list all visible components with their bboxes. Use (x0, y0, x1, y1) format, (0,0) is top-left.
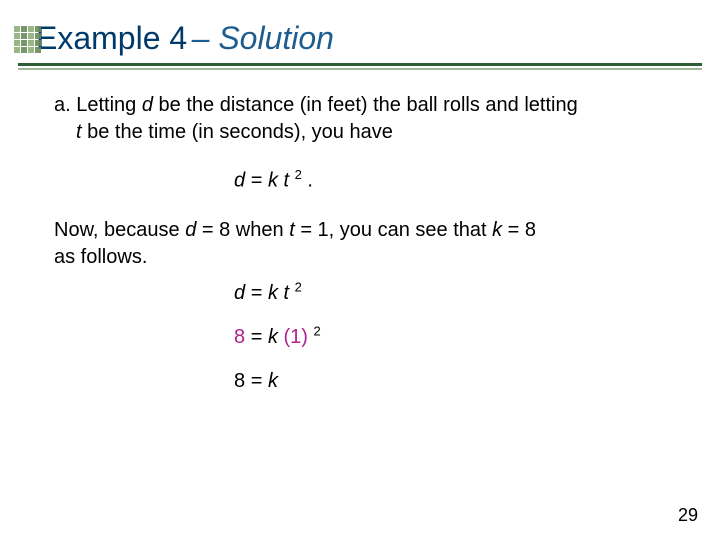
content: a. Letting d be the distance (in feet) t… (0, 70, 720, 403)
var-d: d (185, 219, 196, 241)
paragraph-now: Now, because d = 8 when t = 1, you can s… (54, 217, 680, 271)
divider-dark (18, 63, 702, 66)
equation-3: 8 = k (1) 2 (234, 315, 680, 359)
text: Letting (76, 94, 142, 116)
var-t: t (289, 219, 295, 241)
title-dash: – (192, 20, 219, 56)
eq-eq: = (251, 170, 268, 192)
title-solution: Solution (218, 20, 334, 56)
eq-t: t (284, 282, 290, 304)
eq-t: t (284, 170, 290, 192)
eq-d: d (234, 282, 245, 304)
eq-8: 8 (234, 370, 245, 392)
equation-4: 8 = k (234, 359, 680, 403)
text: be the distance (in feet) the ball rolls… (159, 94, 578, 116)
var-d: d (142, 94, 153, 116)
eq-eq: = (251, 282, 268, 304)
paragraph-a: a. Letting d be the distance (in feet) t… (54, 92, 680, 146)
equation-2: d = k t 2 (234, 271, 680, 315)
eq-k: k (268, 170, 278, 192)
text: Now, because (54, 219, 185, 241)
equation-1: d = k t 2 . (54, 166, 680, 195)
eq-k: k (268, 282, 278, 304)
eq-k: k (268, 326, 278, 348)
eq-8: 8 (234, 326, 245, 348)
eq-eq: = (251, 370, 268, 392)
part-label-a: a. (54, 94, 71, 116)
eq-exp: 2 (295, 279, 302, 294)
text: = 8 (508, 219, 536, 241)
title-band: Example 4 – Solution (0, 0, 720, 63)
var-t: t (76, 121, 82, 143)
text: = 8 when (202, 219, 289, 241)
eq-exp: 2 (295, 167, 302, 182)
page-number: 29 (678, 505, 698, 526)
eq-d: d (234, 170, 245, 192)
text: = 1, you can see that (300, 219, 492, 241)
eq-exp: 2 (314, 323, 321, 338)
eq-eq: = (251, 326, 268, 348)
grid-icon (14, 26, 42, 54)
text: as follows. (54, 246, 147, 268)
eq-k: k (268, 370, 278, 392)
eq-one: (1) (284, 326, 308, 348)
title-example: Example 4 (36, 20, 187, 56)
eq-period: . (307, 170, 313, 192)
text: be the time (in seconds), you have (87, 121, 393, 143)
var-k: k (492, 219, 502, 241)
equation-column: d = k t 2 8 = k (1) 2 8 = k (54, 271, 680, 403)
